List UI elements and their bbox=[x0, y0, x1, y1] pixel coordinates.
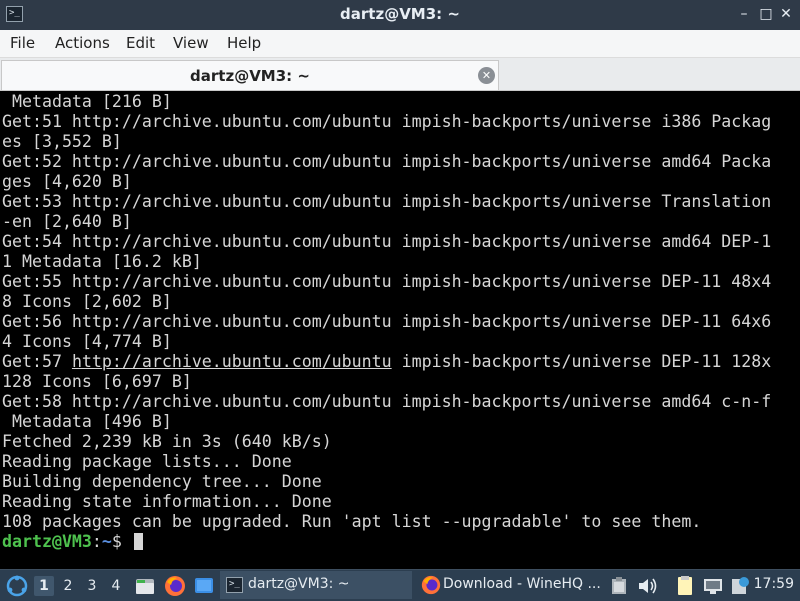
terminal-line: Get:58 http://archive.ubuntu.com/ubuntu … bbox=[2, 392, 772, 411]
firefox-icon bbox=[421, 575, 441, 595]
task-label: dartz@VM3: ~ bbox=[248, 576, 350, 592]
menu-view[interactable]: View bbox=[173, 34, 209, 52]
terminal-line: -en [2,640 B] bbox=[2, 212, 132, 231]
terminal-line-rest: impish-backports/universe DEP-11 128x bbox=[391, 352, 772, 371]
prompt-path: ~ bbox=[101, 532, 112, 551]
menu-bar: File Actions Edit View Help bbox=[0, 30, 800, 58]
workspace-2[interactable]: 2 bbox=[58, 576, 78, 596]
show-desktop-icon[interactable] bbox=[193, 575, 215, 597]
terminal-line: ges [4,620 B] bbox=[2, 172, 132, 191]
terminal-line: Metadata [216 B] bbox=[2, 92, 172, 111]
close-window-button[interactable]: ✕ bbox=[778, 6, 794, 22]
terminal-line: Reading package lists... Done bbox=[2, 452, 292, 471]
menu-file[interactable]: File bbox=[10, 34, 35, 52]
minimize-button[interactable]: – bbox=[736, 6, 752, 22]
start-menu-icon[interactable] bbox=[6, 575, 28, 597]
terminal-line: Get:51 http://archive.ubuntu.com/ubuntu … bbox=[2, 112, 772, 131]
terminal-icon: >_ bbox=[226, 577, 243, 593]
terminal-url-link[interactable]: http://archive.ubuntu.com/ubuntu bbox=[72, 352, 392, 371]
terminal-line-prefix: Get:57 bbox=[2, 352, 72, 371]
update-notifier-icon[interactable] bbox=[729, 575, 751, 597]
terminal-line: 108 packages can be upgraded. Run 'apt l… bbox=[2, 512, 702, 531]
firefox-launcher-icon[interactable] bbox=[163, 574, 187, 598]
clipboard-icon[interactable] bbox=[609, 576, 629, 596]
window-titlebar[interactable]: >_ dartz@VM3: ~ – □ ✕ bbox=[0, 0, 800, 30]
task-label: Download - WineHQ ... bbox=[443, 576, 601, 592]
file-manager-icon[interactable] bbox=[134, 575, 156, 597]
tab-label: dartz@VM3: ~ bbox=[190, 67, 310, 85]
terminal-line: Get:55 http://archive.ubuntu.com/ubuntu … bbox=[2, 272, 772, 291]
prompt-separator: : bbox=[91, 532, 102, 551]
terminal-line: 4 Icons [4,774 B] bbox=[2, 332, 172, 351]
prompt-symbol: $ bbox=[111, 532, 132, 551]
terminal-line: 1 Metadata [16.2 kB] bbox=[2, 252, 202, 271]
task-firefox-winehq[interactable]: Download - WineHQ ... bbox=[416, 571, 606, 599]
menu-edit[interactable]: Edit bbox=[126, 34, 155, 52]
terminal-line: Fetched 2,239 kB in 3s (640 kB/s) bbox=[2, 432, 332, 451]
prompt-user: dartz@VM3 bbox=[2, 532, 92, 551]
close-tab-icon[interactable]: ✕ bbox=[478, 67, 495, 84]
volume-icon[interactable] bbox=[637, 576, 659, 596]
terminal-line: Get:56 http://archive.ubuntu.com/ubuntu … bbox=[2, 312, 772, 331]
terminal-line: Get:52 http://archive.ubuntu.com/ubuntu … bbox=[2, 152, 772, 171]
terminal-line: Metadata [496 B] bbox=[2, 412, 172, 431]
terminal-line: Get:53 http://archive.ubuntu.com/ubuntu … bbox=[2, 192, 772, 211]
terminal-output[interactable]: Metadata [216 B] Get:51 http://archive.u… bbox=[0, 91, 800, 569]
window-title: dartz@VM3: ~ bbox=[340, 5, 460, 23]
tab-bar: dartz@VM3: ~ ✕ bbox=[0, 58, 800, 91]
taskbar-panel: 1 2 3 4 >_ dartz@VM3: ~ Download - WineH… bbox=[0, 569, 800, 601]
terminal-line: Building dependency tree... Done bbox=[2, 472, 322, 491]
notes-icon[interactable] bbox=[675, 575, 695, 597]
terminal-line: Reading state information... Done bbox=[2, 492, 332, 511]
task-terminal[interactable]: >_ dartz@VM3: ~ bbox=[220, 571, 412, 599]
network-icon[interactable] bbox=[702, 576, 724, 596]
workspace-1[interactable]: 1 bbox=[34, 576, 54, 596]
text-cursor bbox=[133, 533, 143, 550]
maximize-button[interactable]: □ bbox=[758, 6, 774, 22]
workspace-3[interactable]: 3 bbox=[82, 576, 102, 596]
workspace-4[interactable]: 4 bbox=[106, 576, 126, 596]
terminal-line: 128 Icons [6,697 B] bbox=[2, 372, 192, 391]
terminal-line: es [3,552 B] bbox=[2, 132, 122, 151]
terminal-prompt-line[interactable]: dartz@VM3:~$ bbox=[2, 532, 143, 552]
menu-help[interactable]: Help bbox=[227, 34, 261, 52]
tab-terminal[interactable]: dartz@VM3: ~ ✕ bbox=[1, 60, 499, 90]
terminal-line: 8 Icons [2,602 B] bbox=[2, 292, 172, 311]
menu-actions[interactable]: Actions bbox=[55, 34, 110, 52]
terminal-line: Get:54 http://archive.ubuntu.com/ubuntu … bbox=[2, 232, 772, 251]
terminal-line-with-link: Get:57 http://archive.ubuntu.com/ubuntu … bbox=[2, 352, 771, 372]
clock[interactable]: 17:59 bbox=[754, 576, 794, 592]
